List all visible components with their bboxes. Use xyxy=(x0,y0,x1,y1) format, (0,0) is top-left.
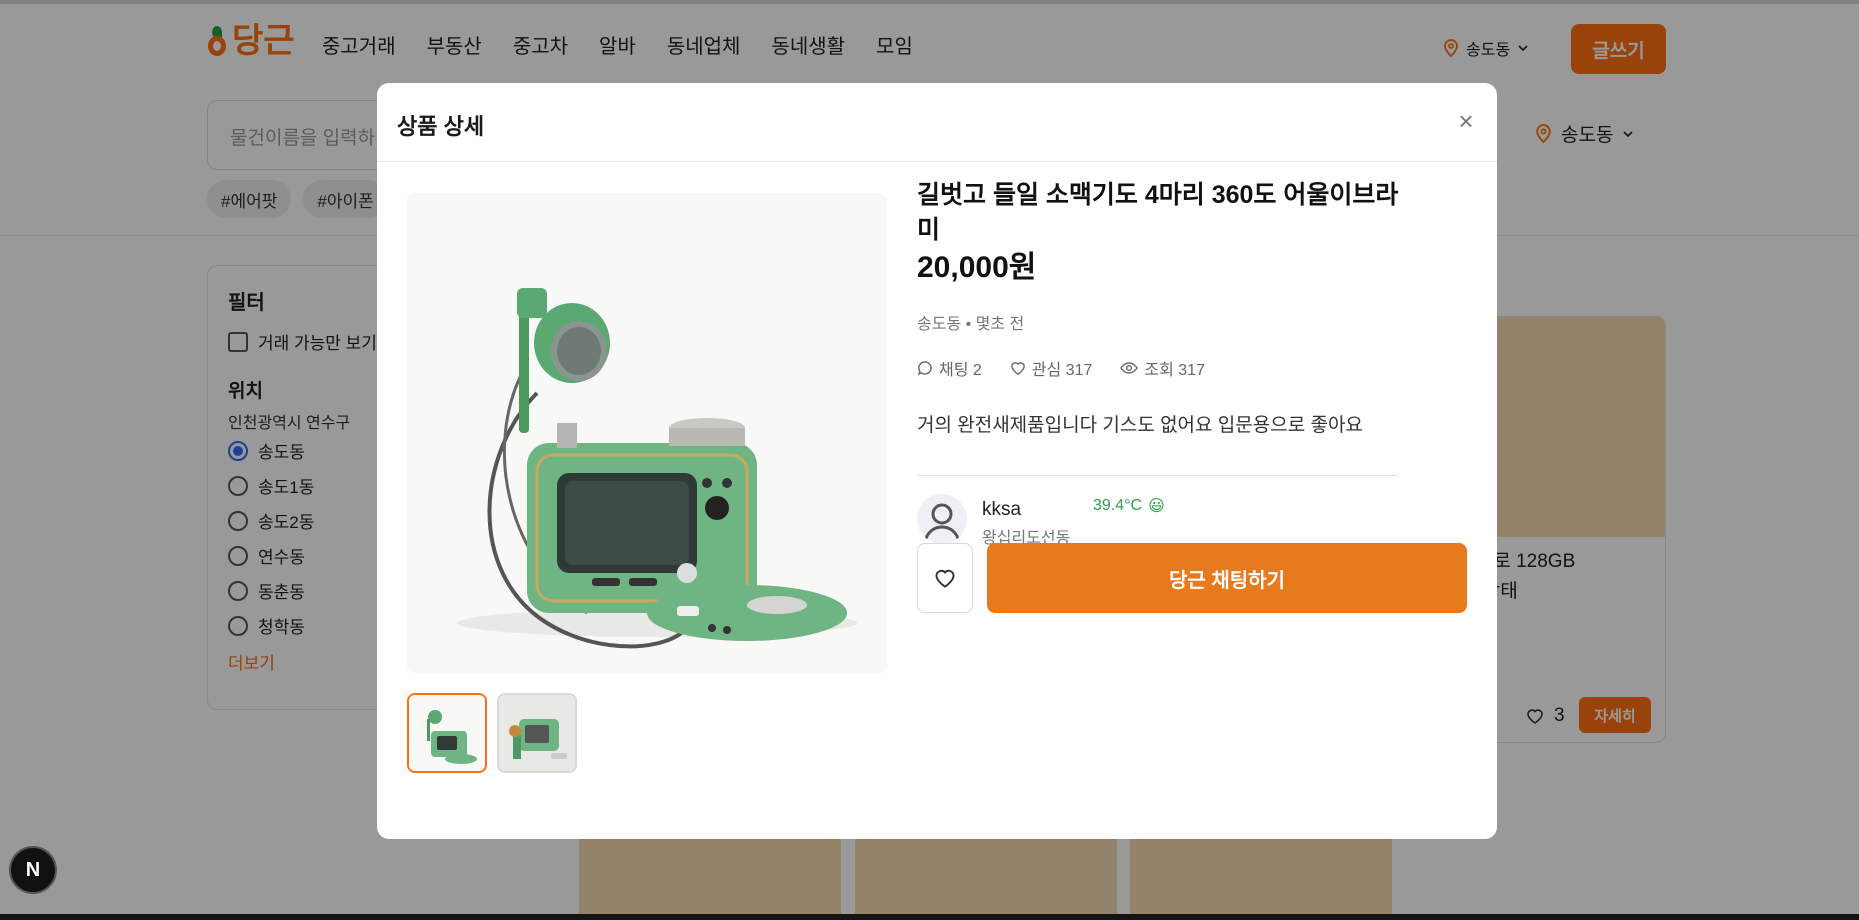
thumbnail-image[interactable] xyxy=(407,693,487,773)
view-count: 조회 317 xyxy=(1144,362,1205,379)
chat-stat: 채팅 2 xyxy=(917,356,982,380)
temperature-value: 39.4°C xyxy=(1093,497,1143,514)
thumbnail-photo xyxy=(409,695,485,771)
product-detail-modal: 상품 상세 × 길벗고 들일 소맥기도 4마리 360도 어울이브라미 20,0… xyxy=(377,83,1497,839)
product-main-image[interactable] xyxy=(407,193,887,673)
product-info: 길벗고 들일 소맥기도 4마리 360도 어울이브라미 20,000원 송도동 … xyxy=(917,178,1407,476)
product-photo xyxy=(457,288,857,649)
heart-icon xyxy=(935,569,955,588)
like-button[interactable] xyxy=(917,543,973,613)
product-stats: 채팅 2 관심 317 조회 317 xyxy=(917,356,1407,380)
avatar xyxy=(917,494,967,544)
close-icon[interactable]: × xyxy=(1450,105,1482,137)
view-stat: 조회 317 xyxy=(1120,356,1205,380)
thumbnail-photo xyxy=(499,695,575,771)
modal-title: 상품 상세 xyxy=(397,114,485,139)
chat-button[interactable]: 당근 채팅하기 xyxy=(987,543,1467,613)
dev-tools-badge[interactable]: N xyxy=(9,846,57,894)
product-meta: 송도동 • 몇초 전 xyxy=(917,316,1025,333)
heart-icon xyxy=(1010,362,1025,375)
modal-header: 상품 상세 × xyxy=(377,83,1497,162)
chat-bubble-icon xyxy=(917,361,932,376)
product-title: 길벗고 들일 소맥기도 4마리 360도 어울이브라미 xyxy=(917,181,1399,244)
thumbnail-image[interactable] xyxy=(497,693,577,773)
product-description: 거의 완전새제품입니다 기스도 없어요 입문용으로 좋아요 xyxy=(917,415,1363,436)
seller-name: kksa xyxy=(982,499,1022,520)
info-divider xyxy=(917,475,1397,476)
chat-count: 채팅 2 xyxy=(939,362,982,379)
like-stat: 관심 317 xyxy=(1010,356,1093,380)
like-count: 관심 317 xyxy=(1031,362,1093,379)
thumbnail-strip xyxy=(407,693,577,773)
user-avatar-icon xyxy=(923,503,961,543)
product-price: 20,000원 xyxy=(917,251,1037,284)
eye-icon xyxy=(1120,362,1139,374)
manner-temperature: 39.4°C 😃 xyxy=(1093,496,1165,516)
smile-emoji-icon: 😃 xyxy=(1148,498,1165,515)
